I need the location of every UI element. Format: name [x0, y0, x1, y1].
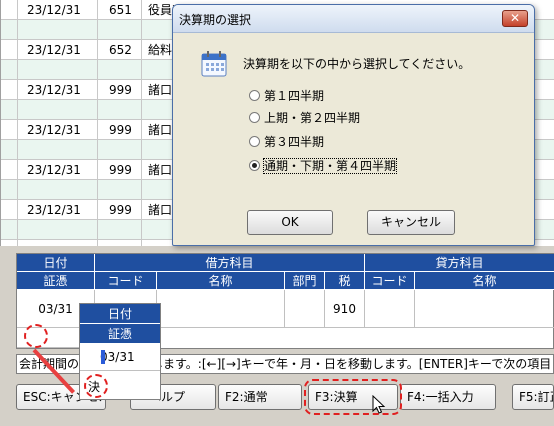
ledger-date: 23/12/31 — [27, 123, 81, 137]
ledger-code: 999 — [109, 123, 132, 137]
credit-name-header: 名称 — [415, 272, 554, 290]
radio-label: 第３四半期 — [264, 135, 325, 149]
ledger-code: 652 — [109, 43, 132, 57]
credit-name-input[interactable] — [415, 290, 554, 328]
debit-name-input[interactable] — [157, 290, 285, 328]
popup-date-header: 日付 — [80, 304, 160, 324]
ledger-account-name: 諸口 — [148, 203, 173, 217]
dept-input[interactable] — [285, 290, 325, 328]
grid-divider — [97, 0, 98, 246]
highlight-circle-voucher — [24, 324, 48, 348]
popup-divider — [80, 370, 160, 371]
ledger-code: 651 — [109, 3, 132, 17]
ledger-date: 23/12/31 — [27, 43, 81, 57]
f2-normal-button[interactable]: F2:通常 — [218, 384, 302, 410]
ledger-account-name: 諸口 — [148, 83, 173, 97]
radio-q3[interactable]: 第３四半期 — [249, 133, 324, 151]
radio-label: 第１四半期 — [264, 89, 325, 103]
credit-code-header: コード — [365, 272, 415, 290]
dialog-prompt: 決算期を以下の中から選択してください。 — [243, 57, 471, 71]
tax-input[interactable]: 910 — [325, 290, 365, 328]
ledger-account-name: 諸口 — [148, 123, 173, 137]
dept-header: 部門 — [285, 272, 325, 290]
dialog-titlebar[interactable]: 決算期の選択 ✕ — [173, 5, 534, 33]
calendar-icon — [201, 51, 227, 77]
ledger-date: 23/12/31 — [27, 3, 81, 17]
ledger-code: 999 — [109, 83, 132, 97]
ledger-code: 999 — [109, 163, 132, 177]
radio-q1[interactable]: 第１四半期 — [249, 87, 324, 105]
close-button[interactable]: ✕ — [502, 10, 528, 27]
ledger-code: 999 — [109, 203, 132, 217]
ledger-account-name: 諸口 — [148, 163, 173, 177]
popup-voucher-header: 証憑 — [80, 324, 160, 344]
voucher-header: 証憑 — [17, 272, 95, 290]
closing-period-dialog: 決算期の選択 ✕ 決算期を以下の中から選択してください。 第１四半期 上期・第２… — [172, 4, 535, 246]
radio-button-selected[interactable] — [249, 160, 260, 171]
cancel-button[interactable]: キャンセル — [367, 210, 455, 235]
radio-first-half-q2[interactable]: 上期・第２四半期 — [249, 109, 360, 127]
ledger-date: 23/12/31 — [27, 163, 81, 177]
radio-full-year-q4[interactable]: 通期・下期・第４四半期 — [249, 157, 398, 175]
radio-button[interactable] — [249, 136, 260, 147]
ledger-account-name: 役員報酬 — [148, 3, 174, 17]
debit-header: 借方科目 — [95, 254, 365, 272]
ledger-date: 23/12/31 — [27, 203, 81, 217]
grid-divider — [141, 0, 142, 246]
f5-correct-button[interactable]: F5:訂正 — [512, 384, 554, 410]
ledger-account-name: 給料 — [148, 43, 173, 57]
radio-label: 上期・第２四半期 — [264, 111, 361, 125]
tax-header: 税 — [325, 272, 365, 290]
radio-button[interactable] — [249, 90, 260, 101]
f4-bulk-input-button[interactable]: F4:一括入力 — [400, 384, 496, 410]
highlight-circle-popup — [84, 374, 108, 398]
radio-label: 通期・下期・第４四半期 — [262, 158, 398, 174]
mouse-cursor-icon — [372, 395, 386, 414]
radio-button[interactable] — [249, 112, 260, 123]
ledger-date: 23/12/31 — [27, 83, 81, 97]
debit-name-header: 名称 — [157, 272, 285, 290]
dialog-title: 決算期の選択 — [179, 13, 252, 27]
debit-code-header: コード — [95, 272, 157, 290]
ok-button[interactable]: OK — [247, 210, 333, 235]
highlight-f3-button — [304, 379, 402, 415]
date-header: 日付 — [17, 254, 95, 272]
popup-date-value: 03/31 — [100, 350, 135, 364]
credit-header: 貸方科目 — [365, 254, 554, 272]
grid-divider — [17, 0, 18, 246]
credit-code-input[interactable] — [365, 290, 415, 328]
text-cursor — [101, 350, 105, 364]
